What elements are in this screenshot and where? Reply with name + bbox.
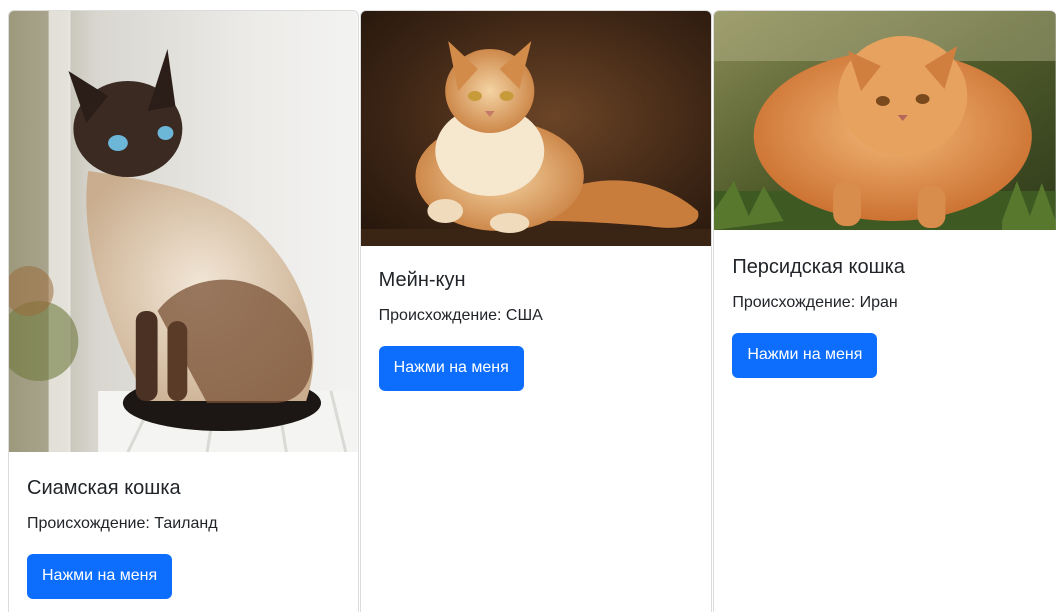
card-text: Происхождение: США <box>378 307 543 324</box>
card-body-persian: Персидская кошка Происхождение: Иран Наж… <box>714 230 1056 378</box>
press-me-button[interactable]: Нажми на меня <box>27 554 173 599</box>
card-title: Персидская кошка <box>732 256 905 278</box>
card-image-persian <box>714 11 1056 230</box>
card-siamese: Сиамская кошка Происхождение: Таиланд На… <box>8 10 359 612</box>
card-body-maine-coon: Мейн-кун Происхождение: США Нажми на мен… <box>361 246 712 391</box>
card-body-siamese: Сиамская кошка Происхождение: Таиланд На… <box>9 452 358 599</box>
card-title: Сиамская кошка <box>27 477 181 499</box>
card-maine-coon: Мейн-кун Происхождение: США Нажми на мен… <box>359 10 713 612</box>
card-persian: Персидская кошка Происхождение: Иран Наж… <box>713 10 1056 612</box>
cards-row: Сиамская кошка Происхождение: Таиланд На… <box>8 10 1056 612</box>
press-me-button[interactable]: Нажми на меня <box>378 346 524 391</box>
card-image-siamese <box>9 11 358 452</box>
card-title: Мейн-кун <box>378 269 466 291</box>
card-text: Происхождение: Таиланд <box>27 515 218 532</box>
card-image-maine-coon <box>360 11 712 246</box>
card-text: Происхождение: Иран <box>732 294 898 311</box>
press-me-button[interactable]: Нажми на меня <box>732 333 878 378</box>
